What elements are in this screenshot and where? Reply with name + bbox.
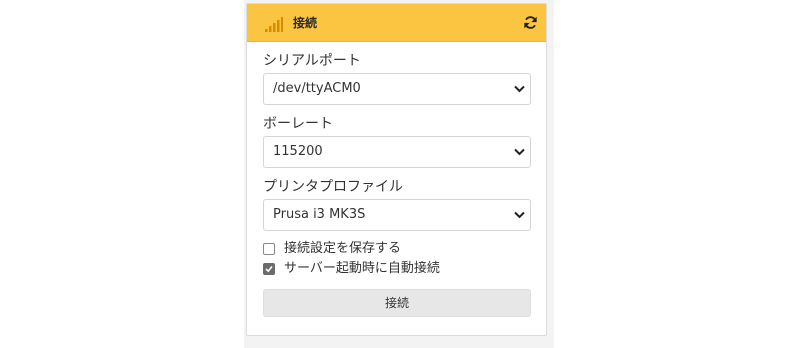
- panel-header[interactable]: 接続: [247, 4, 546, 42]
- signal-icon: [265, 17, 283, 32]
- checkmark-icon: [265, 265, 273, 273]
- chevron-down-icon: [514, 148, 525, 156]
- serial-port-value: /dev/ttyACM0: [273, 81, 361, 96]
- auto-connect-label[interactable]: サーバー起動時に自動接続: [284, 260, 440, 278]
- printer-profile-value: Prusa i3 MK3S: [273, 207, 366, 222]
- refresh-icon[interactable]: [523, 15, 538, 30]
- auto-connect-checkbox[interactable]: [263, 263, 275, 275]
- connect-button[interactable]: 接続: [263, 289, 531, 317]
- save-settings-checkbox[interactable]: [263, 243, 275, 255]
- connection-panel: 接続 シリアルポート /dev/ttyACM0 ボーレート 115200 プリン…: [246, 3, 547, 336]
- chevron-down-icon: [514, 211, 525, 219]
- printer-profile-select[interactable]: Prusa i3 MK3S: [263, 199, 531, 231]
- printer-profile-label: プリンタプロファイル: [263, 179, 403, 195]
- serial-port-label: シリアルポート: [263, 53, 361, 69]
- chevron-down-icon: [514, 85, 525, 93]
- serial-port-select[interactable]: /dev/ttyACM0: [263, 73, 531, 105]
- baudrate-select[interactable]: 115200: [263, 136, 531, 168]
- baudrate-value: 115200: [273, 144, 323, 159]
- panel-title: 接続: [293, 16, 318, 30]
- page: 接続 シリアルポート /dev/ttyACM0 ボーレート 115200 プリン…: [0, 0, 800, 348]
- save-settings-label[interactable]: 接続設定を保存する: [284, 240, 401, 258]
- baudrate-label: ボーレート: [263, 116, 333, 132]
